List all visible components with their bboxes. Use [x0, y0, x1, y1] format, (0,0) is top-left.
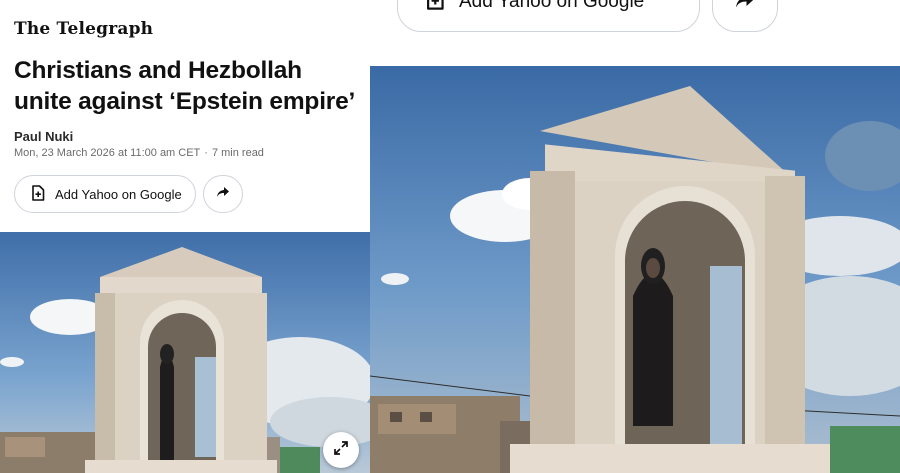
- meta-separator: ·: [204, 147, 208, 159]
- article-card: The Telegraph Christians and Hezbollah u…: [0, 0, 370, 473]
- author-name[interactable]: Paul Nuki: [14, 129, 73, 144]
- add-document-icon: [425, 0, 445, 16]
- article-photo-thumbnail[interactable]: [0, 232, 370, 473]
- share-button-large[interactable]: [712, 0, 778, 32]
- read-time: 7 min read: [211, 147, 264, 159]
- add-yahoo-on-google-button-large[interactable]: Add Yahoo on Google: [397, 0, 700, 32]
- add-yahoo-label-large: Add Yahoo on Google: [459, 0, 645, 12]
- expand-image-button[interactable]: [323, 432, 359, 468]
- share-arrow-icon: [216, 185, 230, 203]
- publish-date: Mon, 23 March 2026 at 11:00 am CET: [14, 147, 201, 159]
- share-arrow-icon: [734, 0, 756, 14]
- article-photo-large: [370, 66, 900, 473]
- add-yahoo-label: Add Yahoo on Google: [55, 186, 182, 202]
- article-meta: Mon, 23 March 2026 at 11:00 am CET · 7 min…: [14, 147, 264, 159]
- publication-logo: The Telegraph: [14, 19, 154, 39]
- add-yahoo-on-google-button[interactable]: Add Yahoo on Google: [14, 175, 196, 213]
- share-button[interactable]: [203, 175, 243, 213]
- expand-icon: [333, 440, 349, 461]
- add-document-icon: [31, 184, 45, 204]
- right-panel-header: Add Yahoo on Google: [370, 0, 900, 66]
- article-headline: Christians and Hezbollah unite against ‘…: [14, 57, 356, 115]
